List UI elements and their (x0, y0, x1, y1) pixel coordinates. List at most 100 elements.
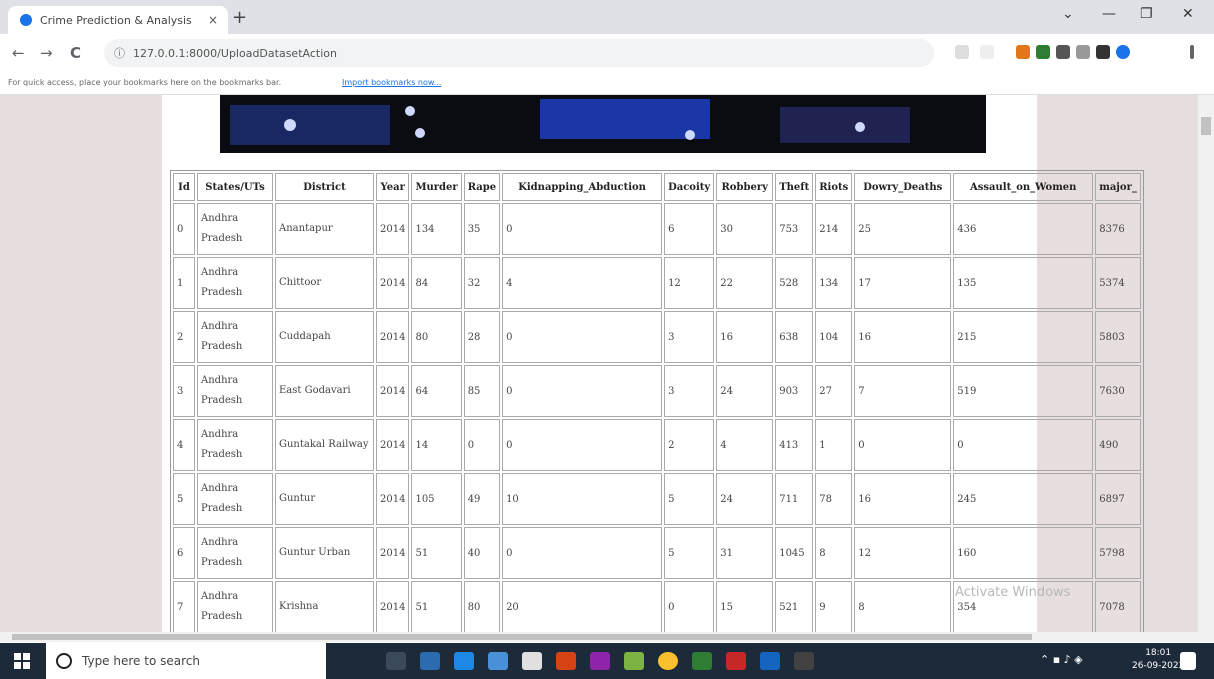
notification-icon[interactable] (1180, 652, 1196, 670)
col-robbery: Robbery (716, 173, 774, 201)
cell-dowry-deaths: 12 (854, 527, 952, 579)
reload-button[interactable]: C (70, 44, 81, 62)
cell-murder: 64 (411, 365, 462, 417)
store-icon[interactable] (420, 652, 440, 670)
col-district: District (275, 173, 374, 201)
adblock-extension-icon[interactable] (1036, 45, 1050, 59)
cell-id: 4 (173, 419, 195, 471)
cell-state: Andhra Pradesh (197, 527, 273, 579)
cell-robbery: 24 (716, 473, 774, 525)
cell-major: 6897 (1095, 473, 1141, 525)
site-info-icon[interactable]: ⓘ (114, 45, 125, 61)
search-icon (56, 653, 72, 669)
import-bookmarks-link[interactable]: Import bookmarks now... (342, 78, 441, 87)
cell-id: 0 (173, 203, 195, 255)
system-clock[interactable]: 18:01 26-09-2022 (1132, 647, 1184, 673)
cell-dowry-deaths: 17 (854, 257, 952, 309)
col-riots: Riots (815, 173, 853, 201)
close-window-button[interactable]: ✕ (1182, 6, 1194, 22)
app-icon-purple[interactable] (590, 652, 610, 670)
forward-button[interactable]: → (40, 44, 53, 62)
cell-year: 2014 (376, 203, 410, 255)
table-row: 6 Andhra Pradesh Guntur Urban 2014 51 40 0 5 31 1… (173, 527, 1141, 579)
windows-start-icon[interactable] (14, 653, 30, 669)
cell-murder: 51 (411, 527, 462, 579)
cell-theft: 638 (775, 311, 814, 363)
cell-district: Chittoor (275, 257, 374, 309)
cell-murder: 14 (411, 419, 462, 471)
taskbar-search-box[interactable]: Type here to search (46, 643, 326, 679)
app-icon-red[interactable] (726, 652, 746, 670)
cell-assault-on-women: 215 (953, 311, 1094, 363)
tab-close-icon[interactable]: × (208, 13, 218, 27)
cell-dacoity: 3 (664, 311, 715, 363)
extensions-icon[interactable] (1056, 45, 1070, 59)
cell-district: Krishna (275, 581, 374, 632)
cell-district: Anantapur (275, 203, 374, 255)
minimize-button[interactable]: — (1102, 6, 1116, 22)
cell-rape: 49 (463, 473, 501, 525)
bookmarks-bar: For quick access, place your bookmarks h… (0, 72, 1214, 95)
profile-avatar[interactable] (1116, 45, 1130, 59)
app-icon-darkgreen[interactable] (692, 652, 712, 670)
col-murder: Murder (411, 173, 462, 201)
address-bar[interactable]: ⓘ 127.0.0.1:8000/UploadDatasetAction (104, 39, 934, 67)
horizontal-scrollbar-thumb[interactable] (12, 634, 1032, 640)
vertical-scrollbar-thumb[interactable] (1201, 117, 1211, 135)
edge-icon[interactable] (454, 652, 474, 670)
col-states: States/UTs (197, 173, 273, 201)
cell-state: Andhra Pradesh (197, 311, 273, 363)
side-panel-icon[interactable] (1096, 45, 1110, 59)
tab-search-icon[interactable]: ⌄ (1062, 6, 1074, 22)
col-year: Year (376, 173, 410, 201)
app-icon-blue[interactable] (760, 652, 780, 670)
vertical-scrollbar[interactable] (1198, 95, 1214, 632)
cell-state: Andhra Pradesh (197, 581, 273, 632)
cell-kidnapping: 4 (502, 257, 663, 309)
menu-icon[interactable] (1190, 45, 1194, 59)
reading-list-icon[interactable] (1076, 45, 1090, 59)
task-view-icon[interactable] (386, 652, 406, 670)
app-icon-green[interactable] (624, 652, 644, 670)
cell-assault-on-women: 160 (953, 527, 1094, 579)
cell-rape: 28 (463, 311, 501, 363)
url-text[interactable]: 127.0.0.1:8000/UploadDatasetAction (133, 47, 337, 60)
cell-dacoity: 5 (664, 527, 715, 579)
cell-rape: 35 (463, 203, 501, 255)
back-button[interactable]: ← (12, 44, 25, 62)
table-row: 4 Andhra Pradesh Guntakal Railway 2014 14 0 0 2… (173, 419, 1141, 471)
cell-dowry-deaths: 16 (854, 473, 952, 525)
cell-state: Andhra Pradesh (197, 257, 273, 309)
col-major: major_ (1095, 173, 1141, 201)
restore-button[interactable]: ❐ (1140, 6, 1153, 22)
cell-year: 2014 (376, 581, 410, 632)
cell-dacoity: 3 (664, 365, 715, 417)
cell-kidnapping: 0 (502, 203, 663, 255)
metamask-extension-icon[interactable] (1016, 45, 1030, 59)
bookmark-star-icon[interactable] (980, 45, 994, 59)
table-row: 0 Andhra Pradesh Anantapur 2014 134 35 0 6 30 753… (173, 203, 1141, 255)
cell-dacoity: 2 (664, 419, 715, 471)
cell-year: 2014 (376, 473, 410, 525)
cell-assault-on-women: 245 (953, 473, 1094, 525)
share-icon[interactable] (955, 45, 969, 59)
cell-year: 2014 (376, 257, 410, 309)
horizontal-scrollbar[interactable] (0, 632, 1214, 642)
tray-icons[interactable]: ⌃ ▪ ♪ ◈ (1040, 653, 1083, 666)
browser-tab[interactable]: Crime Prediction & Analysis × (8, 6, 228, 34)
cell-robbery: 22 (716, 257, 774, 309)
terminal-icon[interactable] (794, 652, 814, 670)
shopping-bag-icon[interactable] (522, 652, 542, 670)
cell-year: 2014 (376, 527, 410, 579)
new-tab-button[interactable]: + (232, 7, 247, 28)
bookmarks-hint: For quick access, place your bookmarks h… (8, 78, 282, 87)
cell-robbery: 15 (716, 581, 774, 632)
app-icon-orange[interactable] (556, 652, 576, 670)
cell-id: 2 (173, 311, 195, 363)
toolbar: ← → C ⓘ 127.0.0.1:8000/UploadDatasetActi… (0, 34, 1214, 72)
tab-title: Crime Prediction & Analysis (40, 13, 192, 27)
chrome-icon[interactable] (658, 652, 678, 670)
table-row: 1 Andhra Pradesh Chittoor 2014 84 32 4 12 22 528 1… (173, 257, 1141, 309)
table-body: 0 Andhra Pradesh Anantapur 2014 134 35 0 6 30 753… (173, 203, 1141, 632)
folder-icon[interactable] (488, 652, 508, 670)
